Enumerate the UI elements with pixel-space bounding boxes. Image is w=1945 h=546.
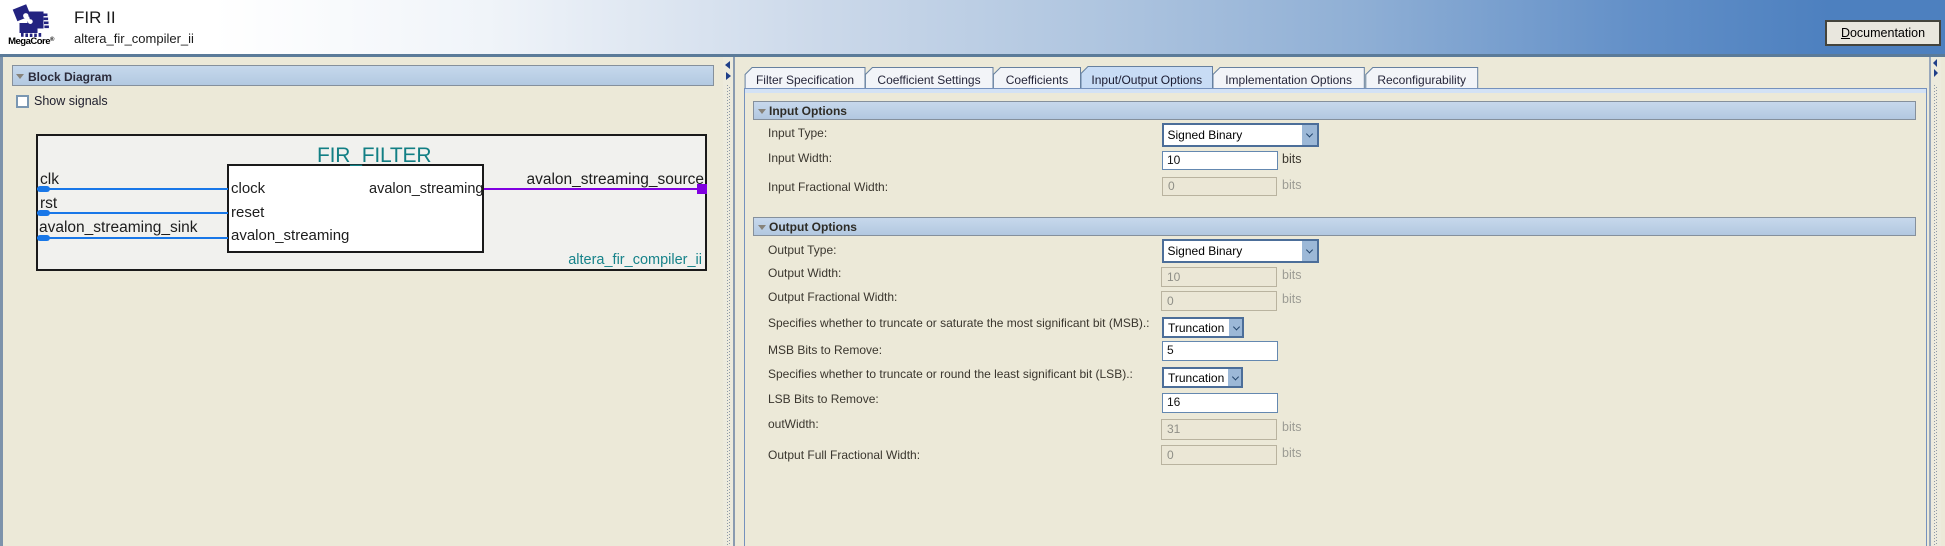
svg-text:Filter Specification: Filter Specification	[756, 73, 854, 87]
svg-text:Coefficient Settings: Coefficient Settings	[877, 73, 980, 87]
svg-text:Implementation Options: Implementation Options	[1225, 73, 1352, 87]
svg-text:Reconfigurability: Reconfigurability	[1377, 73, 1466, 87]
svg-text:Input/Output Options: Input/Output Options	[1091, 73, 1202, 87]
svg-text:Coefficients: Coefficients	[1006, 73, 1068, 87]
